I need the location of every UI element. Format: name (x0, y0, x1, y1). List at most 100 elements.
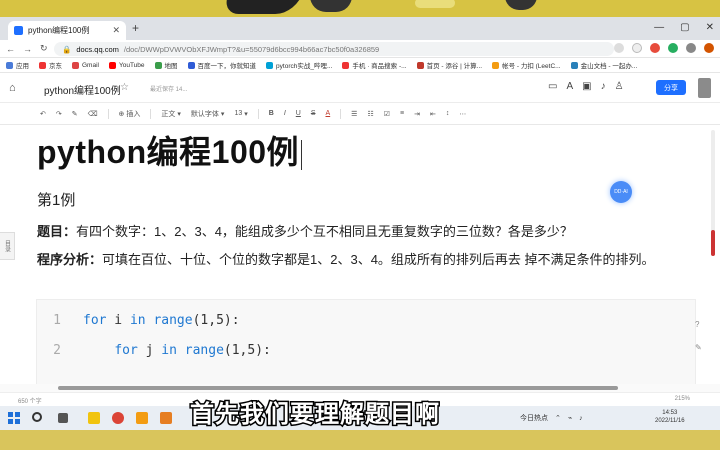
browser-tab[interactable]: python编程100例 ✕ (8, 21, 126, 40)
horizontal-scrollbar[interactable] (0, 384, 720, 392)
bookmark-item[interactable]: 百度一下，你就知道 (187, 60, 256, 70)
weather-widget[interactable]: 今日热点 (520, 413, 548, 423)
word-count[interactable]: 650 个字 (18, 396, 42, 405)
size-dropdown[interactable]: 13 ▾ (234, 110, 247, 118)
outdent-icon[interactable]: ⇤ (430, 110, 436, 118)
chevron-up-icon[interactable]: ⌃ (555, 414, 561, 422)
save-status: 最近保存 14... (150, 87, 188, 93)
close-window-icon[interactable]: ✕ (706, 22, 714, 33)
outline-tab[interactable]: 目录 (0, 232, 15, 260)
redo-icon[interactable]: ↷ (56, 110, 62, 118)
more-icon[interactable]: ⋯ (459, 110, 466, 118)
close-tab-icon[interactable]: ✕ (112, 25, 120, 36)
style-dropdown[interactable]: 正文 ▾ (161, 109, 181, 119)
analysis-paragraph[interactable]: 程序分析：可填在百位、十位、个位的数字都是1、2、3、4。组成所有的排列后再去 … (37, 249, 697, 270)
share-page-icon[interactable] (614, 43, 624, 53)
bookmark-item[interactable]: 京东 (39, 60, 62, 70)
bookmark-item[interactable]: 手机 · 商品搜索 -... (342, 60, 407, 70)
font-color-icon[interactable]: A (326, 110, 331, 117)
volume-icon[interactable]: ♪ (579, 415, 583, 422)
bookmark-item[interactable]: 地图 (154, 60, 178, 70)
font-style-icon[interactable]: A (566, 81, 573, 92)
youtube-icon (108, 61, 116, 69)
bookmark-item[interactable]: 首页 - 添谷 | 计算... (416, 60, 482, 70)
divider (340, 108, 342, 119)
home-icon[interactable]: ⌂ (9, 82, 16, 94)
code-block[interactable]: 1 for i in range(1,5): 2 for j in range(… (36, 299, 696, 392)
italic-icon[interactable]: I (284, 110, 286, 117)
add-user-icon[interactable]: ♙ (615, 81, 624, 92)
present-icon[interactable]: ▣ (582, 81, 591, 92)
windows-start-icon[interactable] (8, 412, 20, 424)
comment-icon[interactable]: ▭ (548, 81, 557, 92)
numbered-list-icon[interactable]: ☷ (367, 110, 373, 118)
share-button[interactable]: 分享 (656, 80, 686, 95)
underline-icon[interactable]: U (296, 110, 301, 117)
network-icon[interactable]: ⌁ (568, 414, 572, 422)
format-painter-icon[interactable]: ✎ (72, 110, 78, 118)
profile-icon[interactable] (704, 43, 714, 53)
address-bar-row: ← → ↻ 🔒 docs.qq.com/doc/DWWpDVWVObXFJWmp… (0, 40, 720, 58)
chrome-icon[interactable] (112, 412, 124, 424)
example-heading[interactable]: 第1例 (37, 189, 75, 210)
tab-title: python编程100例 (28, 26, 90, 35)
document-canvas[interactable]: python编程100例 第1例 DD·AI 题目：有四个数字：1、2、3、4，… (0, 125, 720, 392)
extension-icon[interactable] (686, 43, 696, 53)
url-field[interactable]: 🔒 docs.qq.com/doc/DWWpDVWVObXFJWmpT?&u=5… (54, 42, 614, 56)
indent-icon[interactable]: ⇥ (414, 110, 420, 118)
question-paragraph[interactable]: 题目：有四个数字：1、2、3、4，能组成多少个互不相同且无重复数字的三位数？各是… (37, 221, 573, 240)
clear-format-icon[interactable]: ⌫ (88, 110, 98, 118)
bookmark-item[interactable]: 金山文档 - 一起办... (570, 60, 637, 70)
time: 14:53 (662, 410, 678, 416)
star-icon[interactable]: ☆ (120, 82, 129, 93)
code-line: 2 for j in range(1,5): (37, 340, 695, 360)
bold-icon[interactable]: B (269, 110, 274, 117)
maximize-icon[interactable]: ▢ (680, 22, 689, 33)
checklist-icon[interactable]: ☑ (384, 110, 390, 118)
back-icon[interactable]: ← (6, 44, 15, 54)
bookmark-star-icon[interactable] (632, 43, 642, 53)
minimize-icon[interactable]: — (654, 22, 664, 33)
extension-icon[interactable] (650, 43, 660, 53)
new-tab-button[interactable]: + (132, 21, 139, 35)
maps-icon (154, 61, 162, 69)
clock[interactable]: 14:53 2022/11/16 (655, 409, 685, 425)
bookmark-item[interactable]: 应用 (6, 60, 29, 70)
search-icon[interactable] (32, 412, 42, 422)
bookmark-item[interactable]: 帐号 - 力扣 (LeetC... (492, 60, 561, 70)
task-view-icon[interactable] (58, 413, 68, 423)
baidu-icon (187, 61, 195, 69)
document-title[interactable]: python编程100例 (37, 127, 303, 173)
doc-title[interactable]: python编程100例 (44, 82, 121, 97)
line-spacing-icon[interactable]: ↕ (446, 110, 450, 117)
file-explorer-icon[interactable] (88, 412, 100, 424)
help-icon[interactable]: ? (695, 320, 702, 329)
bullet-list-icon[interactable]: ☰ (351, 110, 357, 118)
scroll-thumb[interactable] (711, 230, 715, 256)
bookmark-item[interactable]: YouTube (108, 61, 145, 69)
app-icon[interactable] (160, 412, 172, 424)
window-controls: — ▢ ✕ (654, 22, 714, 33)
align-left-icon[interactable]: ≡ (400, 110, 404, 117)
notification-icon[interactable]: ♪ (601, 81, 606, 92)
font-dropdown[interactable]: 默认字体 ▾ (191, 109, 225, 119)
feedback-icon[interactable]: ✎ (695, 343, 702, 352)
scroll-thumb[interactable] (58, 386, 618, 390)
bookmark-item[interactable]: pytorch实战_哔哩... (266, 60, 332, 70)
vertical-scrollbar[interactable] (711, 130, 715, 256)
forward-icon[interactable]: → (23, 44, 32, 54)
insert-button[interactable]: ⊕ 插入 (119, 109, 141, 119)
apps-icon (6, 61, 13, 69)
zoom-level[interactable]: 215% (675, 396, 690, 402)
extension-icon[interactable] (668, 43, 678, 53)
folder-icon[interactable] (136, 412, 148, 424)
reload-icon[interactable]: ↻ (40, 43, 48, 54)
undo-icon[interactable]: ↶ (40, 110, 46, 118)
avatar[interactable] (698, 78, 711, 98)
code-text: for i in range(1,5): (83, 312, 240, 328)
bookmark-item[interactable]: Gmail (72, 61, 99, 69)
tencent-docs-icon (14, 26, 23, 35)
ai-assistant-icon[interactable]: DD·AI (610, 181, 632, 203)
system-tray: 今日热点 ⌃ ⌁ ♪ (520, 413, 583, 423)
strikethrough-icon[interactable]: S (311, 110, 316, 117)
